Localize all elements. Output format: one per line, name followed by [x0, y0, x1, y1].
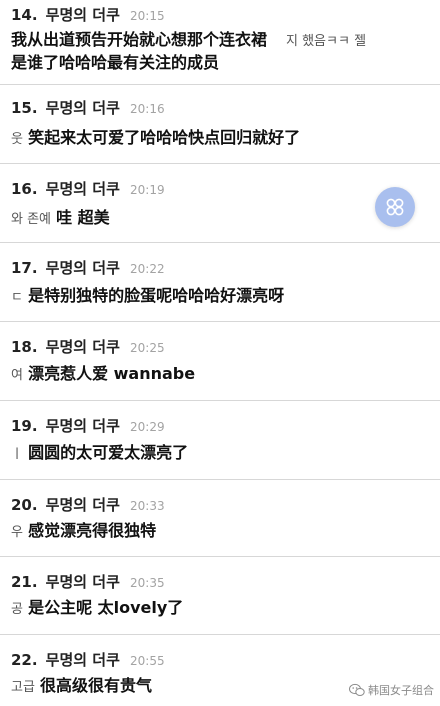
- comment-original-tail: 지 했음ㅋㅋ 젤: [286, 34, 367, 49]
- comment-author[interactable]: 무명의 더쿠: [46, 6, 120, 24]
- comment-item: 20. 무명의 더쿠 20:33 우 感觉漂亮得很独特: [0, 480, 440, 557]
- comment-body: ㅣ 圆圆的太可爱太漂亮了: [11, 441, 188, 467]
- comment-original: 웃: [11, 132, 23, 147]
- comment-header: 18. 무명의 더쿠 20:25: [11, 336, 165, 359]
- comment-item: 16. 무명의 더쿠 20:19 와 존예 哇 超美: [0, 164, 440, 243]
- comment-time: 20:33: [130, 499, 165, 513]
- comment-body: 공 是公主呢 太lovely了: [11, 596, 183, 622]
- comment-translation: 是特别独特的脸蛋呢哈哈哈好漂亮呀: [28, 286, 285, 305]
- comment-translation: 哇 超美: [56, 208, 110, 227]
- comment-time: 20:16: [130, 102, 165, 116]
- comment-header: 17. 무명의 더쿠 20:22: [11, 257, 165, 280]
- comment-original: 와 존예: [11, 212, 52, 227]
- comment-feed: 14. 무명의 더쿠 20:15 我从出道预告开始就心想那个连衣裙 지 했음ㅋㅋ…: [0, 0, 440, 706]
- watermark: 韩国女子组合: [349, 682, 434, 698]
- comment-number: 21.: [11, 573, 38, 591]
- comment-author[interactable]: 무명의 더쿠: [46, 259, 120, 277]
- comment-author[interactable]: 무명의 더쿠: [46, 180, 120, 198]
- comment-number: 20.: [11, 496, 38, 514]
- comment-number: 19.: [11, 417, 38, 435]
- comment-body: 여 漂亮惹人爱 wannabe: [11, 362, 195, 388]
- comment-time: 20:25: [130, 341, 165, 355]
- comment-translation-line2: 是谁了哈哈哈最有关注的成员: [11, 53, 220, 72]
- comment-body: 고급 很高级很有贵气: [11, 674, 152, 700]
- comment-author[interactable]: 무명의 더쿠: [46, 99, 120, 117]
- comment-body: 우 感觉漂亮得很独特: [11, 519, 156, 545]
- comment-original: 여: [11, 368, 23, 383]
- comment-original: ㄷ: [11, 290, 23, 305]
- comment-translation: 感觉漂亮得很独特: [28, 521, 157, 540]
- comment-item: 15. 무명의 더쿠 20:16 웃 笑起来太可爱了哈哈哈快点回归就好了: [0, 85, 440, 164]
- comment-header: 16. 무명의 더쿠 20:19: [11, 178, 165, 201]
- comment-time: 20:19: [130, 183, 165, 197]
- comment-author[interactable]: 무명의 더쿠: [46, 496, 120, 514]
- floating-menu-button[interactable]: [375, 187, 415, 227]
- comment-number: 14.: [11, 6, 38, 24]
- comment-time: 20:15: [130, 9, 165, 23]
- comment-header: 15. 무명의 더쿠 20:16: [11, 97, 165, 120]
- comment-number: 17.: [11, 259, 38, 277]
- comment-author[interactable]: 무명의 더쿠: [46, 338, 120, 356]
- comment-original: 공: [11, 602, 23, 617]
- comment-item: 17. 무명의 더쿠 20:22 ㄷ 是特别独特的脸蛋呢哈哈哈好漂亮呀: [0, 243, 440, 322]
- comment-translation: 是公主呢 太lovely了: [28, 598, 184, 617]
- comment-item: 14. 무명의 더쿠 20:15 我从出道预告开始就心想那个连衣裙 지 했음ㅋㅋ…: [0, 0, 440, 85]
- comment-translation: 很高级很有贵气: [40, 676, 153, 695]
- comment-translation: 我从出道预告开始就心想那个连衣裙: [11, 30, 268, 49]
- comment-item: 21. 무명의 더쿠 20:35 공 是公主呢 太lovely了: [0, 557, 440, 635]
- comment-header: 20. 무명의 더쿠 20:33: [11, 494, 165, 517]
- comment-number: 18.: [11, 338, 38, 356]
- comment-item: 19. 무명의 더쿠 20:29 ㅣ 圆圆的太可爱太漂亮了: [0, 401, 440, 480]
- comment-translation: 圆圆的太可爱太漂亮了: [28, 443, 189, 462]
- comment-number: 15.: [11, 99, 38, 117]
- comment-time: 20:29: [130, 420, 165, 434]
- comment-author[interactable]: 무명의 더쿠: [46, 651, 120, 669]
- comment-translation: 漂亮惹人爱 wannabe: [28, 364, 196, 383]
- comment-time: 20:22: [130, 262, 165, 276]
- comment-number: 22.: [11, 651, 38, 669]
- watermark-text: 韩国女子组合: [368, 684, 434, 697]
- comment-translation: 笑起来太可爱了哈哈哈快点回归就好了: [28, 128, 301, 147]
- comment-header: 14. 무명의 더쿠 20:15: [11, 4, 165, 27]
- comment-number: 16.: [11, 180, 38, 198]
- comment-body: 와 존예 哇 超美: [11, 206, 110, 232]
- comment-body: 웃 笑起来太可爱了哈哈哈快点回归就好了: [11, 126, 300, 152]
- comment-original: 고급: [11, 680, 35, 695]
- comment-original: ㅣ: [11, 447, 23, 462]
- comment-item: 18. 무명의 더쿠 20:25 여 漂亮惹人爱 wannabe: [0, 322, 440, 401]
- comment-body: ㄷ 是特别独特的脸蛋呢哈哈哈好漂亮呀: [11, 284, 284, 310]
- comment-author[interactable]: 무명의 더쿠: [46, 417, 120, 435]
- comment-header: 22. 무명의 더쿠 20:55: [11, 649, 165, 672]
- comment-time: 20:35: [130, 576, 165, 590]
- comment-header: 19. 무명의 더쿠 20:29: [11, 415, 165, 438]
- comment-author[interactable]: 무명의 더쿠: [46, 573, 120, 591]
- clover-icon: [386, 198, 404, 216]
- wechat-icon: [349, 683, 365, 696]
- comment-time: 20:55: [130, 654, 165, 668]
- comment-original: 우: [11, 525, 23, 540]
- comment-header: 21. 무명의 더쿠 20:35: [11, 571, 165, 594]
